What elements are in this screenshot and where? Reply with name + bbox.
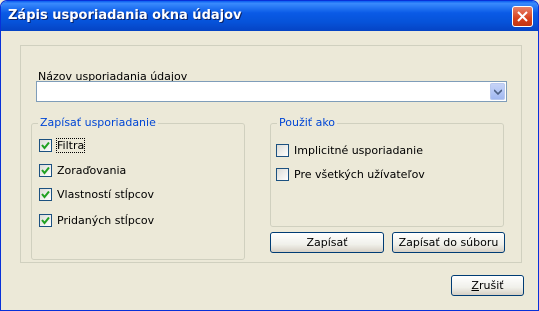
dialog-body: Názov usporiadania údajov Zapísať uspori… — [4, 31, 535, 307]
checkmark-icon — [41, 190, 50, 199]
write-arrangement-group-title: Zapísať usporiadanie — [38, 116, 158, 129]
checkbox-default-arrangement-label: Implicitné usporiadanie — [294, 144, 423, 157]
checkbox-column-properties-label: Vlastností stĺpcov — [57, 188, 155, 201]
content-panel: Názov usporiadania údajov Zapísať uspori… — [20, 45, 522, 263]
checkbox-filter-label: Filtra — [55, 138, 86, 153]
checkbox-default-arrangement-box[interactable] — [276, 144, 289, 157]
use-as-group: Použiť ako Implicitné usporiadanie Pre v… — [270, 116, 504, 227]
checkbox-added-columns-label: Pridaných stĺpcov — [57, 214, 155, 227]
write-button[interactable]: Zapísať — [270, 232, 384, 253]
title-bar[interactable]: Zápis usporiadania okna údajov — [1, 1, 538, 31]
checkbox-added-columns-box[interactable] — [39, 214, 52, 227]
checkbox-sorting-label: Zoraďovania — [57, 164, 127, 177]
checkbox-all-users-box[interactable] — [276, 168, 289, 181]
window-title: Zápis usporiadania okna údajov — [8, 8, 242, 23]
close-icon — [517, 11, 528, 22]
dialog-window: Zápis usporiadania okna údajov Názov usp… — [0, 0, 539, 311]
checkmark-icon — [41, 216, 50, 225]
checkbox-column-properties-box[interactable] — [39, 188, 52, 201]
cancel-button-label: Zrušiť — [471, 279, 504, 292]
checkbox-filter-box[interactable] — [39, 139, 52, 152]
close-button[interactable] — [512, 6, 533, 27]
combobox-dropdown-button[interactable] — [490, 83, 505, 100]
use-as-group-title: Použiť ako — [277, 116, 338, 129]
write-to-file-button[interactable]: Zapísať do súboru — [392, 232, 505, 253]
checkbox-all-users-label: Pre všetkých užívateľov — [294, 168, 425, 181]
write-arrangement-group: Zapísať usporiadanie Filtra Zoraďovania — [31, 116, 245, 260]
checkbox-sorting-box[interactable] — [39, 164, 52, 177]
checkmark-icon — [41, 141, 50, 150]
cancel-button[interactable]: Zrušiť — [451, 275, 524, 296]
checkmark-icon — [41, 166, 50, 175]
name-combobox[interactable] — [36, 81, 507, 102]
chevron-down-icon — [494, 89, 502, 95]
